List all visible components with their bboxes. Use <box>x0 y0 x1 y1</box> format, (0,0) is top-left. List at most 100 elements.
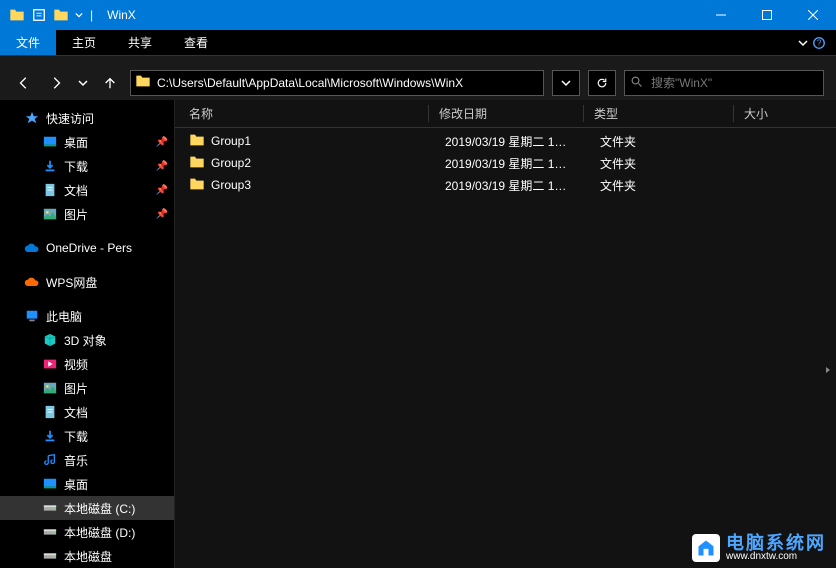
sidebar-pc-item[interactable]: 本地磁盘 (C:) <box>0 496 174 520</box>
sidebar-item-label: 音乐 <box>64 452 88 469</box>
video-icon <box>42 356 58 372</box>
folder-icon <box>8 6 26 24</box>
file-list: Group12019/03/19 星期二 1…文件夹Group22019/03/… <box>175 128 836 198</box>
picture-icon <box>42 206 58 222</box>
qat-folder-icon[interactable] <box>52 6 70 24</box>
address-folder-icon <box>135 74 153 92</box>
download-icon <box>42 428 58 444</box>
column-name[interactable]: 名称 <box>189 105 429 122</box>
watermark-url: www.dnxtw.com <box>726 552 826 562</box>
file-row[interactable]: Group32019/03/19 星期二 1…文件夹 <box>175 174 836 196</box>
sidebar-quick-item[interactable]: 文档 📌 <box>0 178 174 202</box>
sidebar-item-label: 下载 <box>64 158 88 175</box>
file-date: 2019/03/19 星期二 1… <box>445 133 600 150</box>
maximize-button[interactable] <box>744 0 790 30</box>
window-title: WinX <box>107 8 136 22</box>
3d-icon <box>42 332 58 348</box>
up-button[interactable] <box>98 71 122 95</box>
back-button[interactable] <box>12 71 36 95</box>
sidebar-pc-item[interactable]: 下载 <box>0 424 174 448</box>
watermark: 电脑系统网 www.dnxtw.com <box>692 534 826 562</box>
qat-dropdown-icon[interactable] <box>74 6 84 24</box>
sidebar-pc-item[interactable]: 文档 <box>0 400 174 424</box>
sidebar-this-pc[interactable]: 此电脑 <box>0 304 174 328</box>
sidebar-item-label: 图片 <box>64 380 88 397</box>
disk-icon <box>42 548 58 564</box>
share-tab[interactable]: 共享 <box>112 30 168 55</box>
sidebar-quick-item[interactable]: 图片📌 <box>0 202 174 226</box>
recent-dropdown[interactable] <box>76 71 90 95</box>
sidebar-pc-item[interactable]: 3D 对象 <box>0 328 174 352</box>
column-type[interactable]: 类型 <box>594 105 734 122</box>
sidebar-onedrive[interactable]: OneDrive - Pers <box>0 236 174 260</box>
sidebar-wps[interactable]: WPS网盘 <box>0 270 174 294</box>
watermark-text: 电脑系统网 <box>726 534 826 552</box>
sidebar-label: 快速访问 <box>46 110 94 127</box>
close-button[interactable] <box>790 0 836 30</box>
sidebar-quick-access[interactable]: 快速访问 <box>0 106 174 130</box>
pin-icon: 📌 <box>156 209 168 220</box>
sidebar-pc-item[interactable]: 本地磁盘 (D:) <box>0 520 174 544</box>
sidebar-item-label: 视频 <box>64 356 88 373</box>
sidebar-item-label: 文档 <box>64 404 88 421</box>
file-type: 文件夹 <box>600 155 750 172</box>
sidebar-label: WPS网盘 <box>46 274 97 291</box>
file-type: 文件夹 <box>600 177 750 194</box>
file-row[interactable]: Group12019/03/19 星期二 1…文件夹 <box>175 130 836 152</box>
address-dropdown-button[interactable] <box>552 70 580 96</box>
sidebar-quick-item[interactable]: 下载 📌 <box>0 154 174 178</box>
search-field-wrap[interactable] <box>624 70 824 96</box>
column-date[interactable]: 修改日期 <box>439 105 584 122</box>
watermark-logo-icon <box>692 534 720 562</box>
file-panel: 名称 修改日期 类型 大小 Group12019/03/19 星期二 1…文件夹… <box>175 100 836 568</box>
search-icon <box>631 76 645 90</box>
scrollbar-arrow-icon[interactable] <box>820 360 836 380</box>
refresh-button[interactable] <box>588 70 616 96</box>
titlebar: | WinX <box>0 0 836 30</box>
picture-icon <box>42 380 58 396</box>
sidebar-item-label: 文档 <box>64 182 88 199</box>
address-input[interactable] <box>157 76 539 90</box>
pin-icon: 📌 <box>156 185 168 196</box>
pin-icon: 📌 <box>156 161 168 172</box>
view-tab[interactable]: 查看 <box>168 30 224 55</box>
column-headers: 名称 修改日期 类型 大小 <box>175 100 836 128</box>
window-controls <box>698 0 836 30</box>
download-icon <box>42 158 58 174</box>
column-size[interactable]: 大小 <box>744 105 824 122</box>
file-row[interactable]: Group22019/03/19 星期二 1…文件夹 <box>175 152 836 174</box>
file-date: 2019/03/19 星期二 1… <box>445 177 600 194</box>
address-field-wrap[interactable] <box>130 70 544 96</box>
search-input[interactable] <box>651 76 817 90</box>
file-name: Group2 <box>211 156 445 170</box>
pin-icon: 📌 <box>156 137 168 148</box>
sidebar: 快速访问 桌面📌下载📌文档📌图片📌 OneDrive - Pers WPS网盘 … <box>0 100 175 568</box>
file-name: Group3 <box>211 178 445 192</box>
file-name: Group1 <box>211 134 445 148</box>
home-tab[interactable]: 主页 <box>56 30 112 55</box>
sidebar-item-label: 本地磁盘 (D:) <box>64 524 135 541</box>
desktop-icon <box>42 476 58 492</box>
file-date: 2019/03/19 星期二 1… <box>445 155 600 172</box>
addressbar <box>0 66 836 100</box>
content-area: 快速访问 桌面📌下载📌文档📌图片📌 OneDrive - Pers WPS网盘 … <box>0 100 836 568</box>
sidebar-pc-item[interactable]: 桌面 <box>0 472 174 496</box>
properties-icon[interactable] <box>30 6 48 24</box>
sidebar-pc-item[interactable]: 音乐 <box>0 448 174 472</box>
minimize-button[interactable] <box>698 0 744 30</box>
sidebar-label: OneDrive - Pers <box>46 241 132 255</box>
sidebar-item-label: 本地磁盘 <box>64 548 112 565</box>
disk-icon <box>42 524 58 540</box>
forward-button[interactable] <box>44 71 68 95</box>
sidebar-pc-item[interactable]: 图片 <box>0 376 174 400</box>
ribbon-expand-button[interactable]: ? <box>788 30 836 55</box>
file-tab[interactable]: 文件 <box>0 30 56 55</box>
sidebar-quick-item[interactable]: 桌面📌 <box>0 130 174 154</box>
ribbon-collapsed-space <box>0 56 836 66</box>
music-icon <box>42 452 58 468</box>
titlebar-quick-access <box>8 6 84 24</box>
sidebar-pc-item[interactable]: 本地磁盘 <box>0 544 174 568</box>
folder-icon <box>189 177 205 193</box>
sidebar-pc-item[interactable]: 视频 <box>0 352 174 376</box>
menubar: 文件 主页 共享 查看 ? <box>0 30 836 56</box>
